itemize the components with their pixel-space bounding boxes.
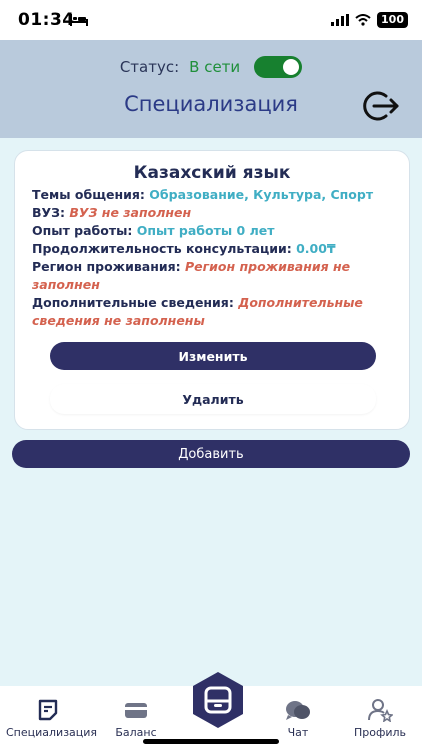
toggle-knob	[283, 59, 300, 75]
online-status-row: Статус: В сети	[0, 56, 422, 78]
field-label: ВУЗ:	[32, 205, 70, 220]
specialization-card: Казахский язык Темы общения: Образование…	[14, 150, 410, 430]
field-topics: Темы общения: Образование, Культура, Спо…	[32, 186, 394, 204]
field-label: Темы общения:	[32, 187, 150, 202]
chat-icon	[286, 701, 310, 720]
tab-label: Чат	[287, 726, 309, 739]
tab-specialization[interactable]: Специализация	[6, 698, 97, 739]
field-experience: Опыт работы: Опыт работы 0 лет	[32, 222, 394, 240]
field-additional-info: Дополнительные сведения: Дополнительные …	[32, 294, 394, 330]
app-header: Статус: В сети Специализация	[0, 40, 422, 138]
status-label: Статус:	[119, 58, 180, 76]
signal-icon	[331, 14, 350, 26]
field-label: Дополнительные сведения:	[32, 295, 239, 310]
sleep-icon	[70, 14, 88, 26]
edit-button[interactable]: Изменить	[50, 342, 376, 370]
online-toggle[interactable]	[254, 56, 303, 78]
field-university: ВУЗ: ВУЗ не заполнен	[32, 204, 394, 222]
wifi-icon	[355, 14, 371, 26]
tab-balance[interactable]: Баланс	[94, 698, 178, 739]
tab-label: Специализация	[6, 726, 98, 739]
card-icon	[125, 703, 147, 718]
note-icon	[38, 699, 58, 721]
home-indicator	[143, 739, 279, 744]
card-title: Казахский язык	[133, 163, 291, 183]
tab-label: Профиль	[353, 726, 407, 739]
field-consultation-price: Продолжительность консультации: 0.00₸	[32, 240, 394, 258]
logout-icon[interactable]	[360, 90, 400, 122]
center-tab-button[interactable]	[190, 670, 246, 730]
tab-profile[interactable]: Профиль	[338, 698, 422, 739]
field-label: Продолжительность консультации:	[32, 241, 297, 256]
field-label: Регион проживания:	[32, 259, 185, 274]
status-bar: 01:34 100	[0, 0, 422, 40]
delete-button[interactable]: Удалить	[50, 384, 376, 414]
field-value: Опыт работы 0 лет	[136, 223, 275, 238]
field-label: Опыт работы:	[32, 223, 137, 238]
clock: 01:34	[18, 10, 75, 30]
field-value: ВУЗ не заполнен	[69, 205, 192, 220]
battery-icon: 100	[377, 12, 408, 28]
page-title: Специализация	[124, 92, 298, 116]
field-region: Регион проживания: Регион проживания не …	[32, 258, 394, 294]
status-value: В сети	[189, 58, 241, 76]
field-value: 0.00₸	[296, 241, 336, 256]
tab-label: Баланс	[115, 726, 157, 739]
status-indicators: 100	[331, 12, 408, 28]
card-fields: Темы общения: Образование, Культура, Спо…	[32, 186, 394, 330]
user-star-icon	[368, 699, 393, 722]
tab-chat[interactable]: Чат	[256, 698, 340, 739]
field-value: Образование, Культура, Спорт	[149, 187, 374, 202]
add-button[interactable]: Добавить	[12, 440, 410, 468]
